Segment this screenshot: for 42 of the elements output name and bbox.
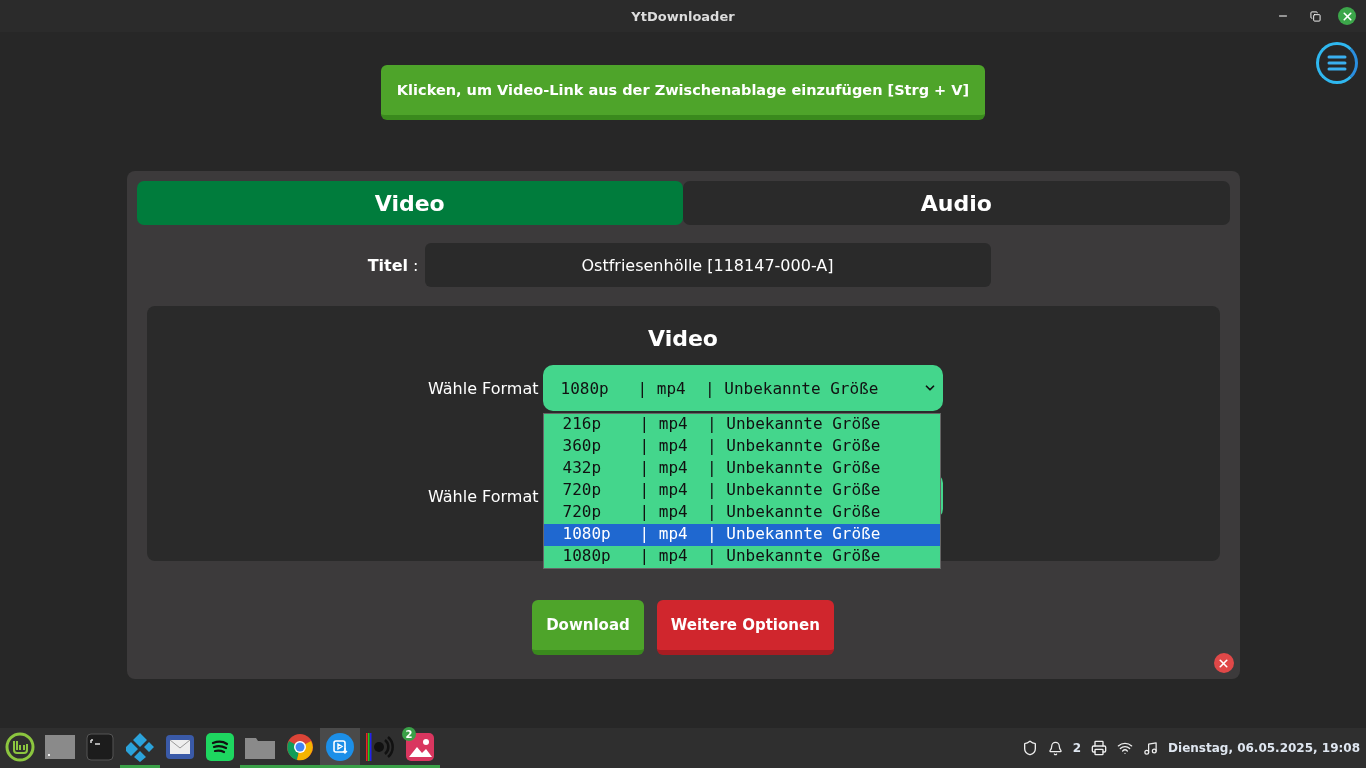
format-option[interactable]: 1080p | mp4 | Unbekannte Größe	[543, 546, 940, 568]
format-select[interactable]: 1080p | mp4 | Unbekannte Größe	[542, 365, 943, 411]
format-option[interactable]: 1080p | mp4 | Unbekannte Größe	[543, 524, 940, 546]
mail-icon	[166, 734, 194, 759]
download-video-icon	[326, 732, 354, 761]
clock[interactable]: Dienstag, 06.05.2025, 19:08	[1168, 741, 1360, 755]
menu-button[interactable]	[1316, 42, 1358, 84]
image-icon	[406, 732, 434, 761]
section-heading: Video	[648, 326, 718, 351]
tab[interactable]: Video	[136, 181, 683, 225]
shield-icon[interactable]	[1021, 740, 1038, 756]
format-option[interactable]: 720p | mp4 | Unbekannte Größe	[543, 480, 940, 502]
more-options-button[interactable]: Weitere Optionen	[656, 600, 834, 655]
window-title: YtDownloader	[631, 8, 735, 24]
browser-icon	[286, 732, 314, 761]
tab[interactable]: Audio	[683, 181, 1230, 225]
bell-icon[interactable]	[1047, 740, 1063, 756]
notification-count: 2	[1072, 741, 1082, 755]
close-icon[interactable]	[1213, 653, 1234, 673]
close-button[interactable]	[1338, 7, 1356, 25]
speaker-icon	[365, 731, 395, 762]
notification-badge: 2	[402, 727, 416, 741]
printer-icon[interactable]	[1091, 740, 1108, 756]
mint-logo-icon	[5, 731, 35, 762]
music-icon[interactable]	[1143, 740, 1159, 756]
terminal-icon	[86, 732, 114, 761]
title-field[interactable]: Ostfriesenhölle [118147-000-A]	[424, 243, 991, 287]
music-streaming-icon	[206, 732, 234, 761]
format-option[interactable]: 360p | mp4 | Unbekannte Größe	[543, 436, 940, 458]
taskbar-app[interactable]	[320, 728, 360, 768]
desktop-icon	[45, 734, 75, 759]
close-icon	[1340, 9, 1354, 23]
title-label: Titel :	[367, 255, 419, 275]
format-option[interactable]: 432p | mp4 | Unbekannte Größe	[543, 458, 940, 480]
format-option[interactable]: 720p | mp4 | Unbekannte Größe	[543, 502, 940, 524]
menu-icon	[1327, 55, 1347, 71]
format-option[interactable]: 216p | mp4 | Unbekannte Größe	[543, 414, 940, 436]
format-label: Wähle Format	[428, 486, 539, 506]
format-label: Wähle Format	[428, 378, 539, 398]
wifi-icon[interactable]	[1117, 740, 1134, 756]
restore-icon	[1309, 10, 1321, 22]
diamond-logo-icon	[125, 731, 155, 762]
